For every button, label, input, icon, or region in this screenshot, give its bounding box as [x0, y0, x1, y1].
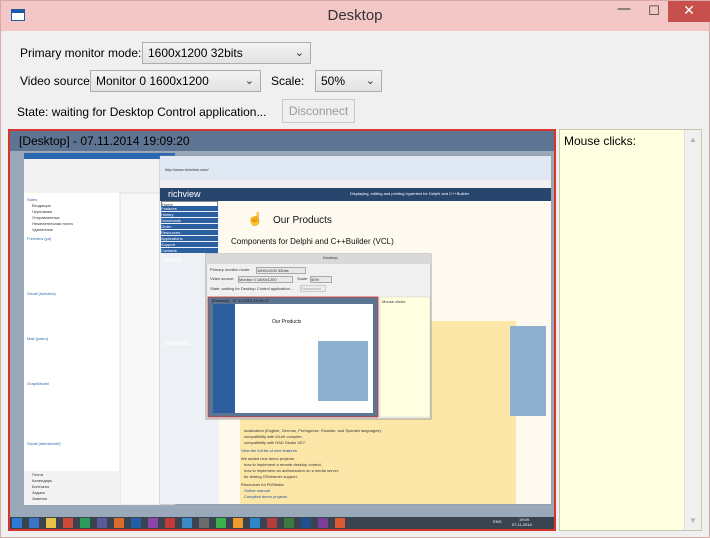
- maximize-button[interactable]: ☐: [640, 1, 668, 22]
- remote-mail-group: Freeview (ya): [27, 236, 52, 241]
- remote-mail-folder: Удаленные: [32, 227, 53, 232]
- preview-title: [Desktop] - 07.11.2014 19:09:20: [19, 134, 190, 148]
- remote-nested-preview-title: [Desktop] - 07.11.2014 19:09:12: [212, 298, 269, 303]
- remote-nested-product-heading: Our Products: [272, 319, 302, 325]
- settings-panel: Primary monitor mode: 1600x1200 32bits ⌄…: [1, 31, 709, 129]
- remote-compat-item: compatibility with RAD Studio XE7.: [244, 440, 307, 445]
- remote-nav-item: Support: [161, 242, 218, 247]
- desktop-preview[interactable]: [Desktop] - 07.11.2014 19:09:20 http://w…: [8, 129, 556, 531]
- remote-download: Download: [163, 341, 190, 347]
- remote-nav-item: Downloads: [161, 218, 218, 223]
- state-text: State: waiting for Desktop Control appli…: [17, 105, 267, 119]
- chevron-down-icon: ⌄: [244, 75, 254, 87]
- monitor-mode-value: 1600x1200 32bits: [148, 46, 243, 60]
- remote-mail-group: Sales: [27, 197, 38, 202]
- remote-mail-folder: Черновики: [32, 209, 52, 214]
- video-source-label: Video source:: [20, 74, 94, 88]
- remote-nav-item: History: [161, 212, 218, 217]
- minimize-button[interactable]: —: [609, 1, 639, 22]
- remote-url: http://www.richview.com/: [165, 167, 209, 172]
- disconnect-button[interactable]: Disconnect: [282, 99, 355, 123]
- video-source-value: Monitor 0 1600x1200: [96, 74, 209, 88]
- remote-compat-item: compatibility with 64-bit compiler;: [244, 434, 303, 439]
- remote-mail-folder: Входящие: [32, 203, 51, 208]
- monitor-mode-label: Primary monitor mode:: [20, 46, 142, 60]
- remote-mail-folder: Отправленные: [32, 215, 60, 220]
- remote-demo-item: for testing GStreamer support.: [244, 474, 298, 479]
- remote-mail-folder: Нежелательная почта: [32, 221, 73, 226]
- remote-mail-nav: Календарь: [32, 478, 53, 483]
- window-title: Desktop: [327, 7, 383, 24]
- mouse-clicks-title: Mouse clicks:: [564, 134, 637, 148]
- remote-section-title: We added new demo projects:: [241, 456, 295, 461]
- remote-site-name: richview: [168, 189, 201, 199]
- remote-nav-item: Contacts: [161, 248, 218, 253]
- video-source-select[interactable]: Monitor 0 1600x1200 ⌄: [90, 70, 261, 92]
- chevron-down-icon: ⌄: [365, 75, 375, 87]
- remote-demo-item: how to implement an authorization on a m…: [244, 468, 340, 473]
- remote-nested-monitor-label: Primary monitor mode:: [210, 267, 251, 272]
- remote-product-heading: Our Products: [273, 215, 332, 226]
- close-button[interactable]: ✕: [668, 1, 710, 22]
- remote-mail-nav: Контакты: [32, 484, 50, 489]
- remote-localized-item: localization (English, German, Portugues…: [244, 428, 382, 433]
- remote-mail-group: GraphModel: [27, 381, 50, 386]
- remote-resources-item: Compiled demo projects: [244, 494, 288, 499]
- mouse-clicks-panel[interactable]: Mouse clicks: ▲ ▼: [559, 129, 702, 531]
- remote-demo-item: how to implement a remote desktop contro…: [244, 462, 322, 467]
- scale-label: Scale:: [271, 74, 305, 88]
- remote-resources-title: Resources for RVMedia:: [241, 482, 285, 487]
- remote-mail-nav: Заметки: [32, 496, 48, 501]
- remote-mail-group: Mail (yobro): [27, 336, 49, 341]
- scale-select[interactable]: 50% ⌄: [315, 70, 382, 92]
- chevron-down-icon: ⌄: [294, 47, 304, 59]
- scroll-down-icon[interactable]: ▼: [685, 516, 701, 525]
- desktop-window: Desktop — ☐ ✕ Primary monitor mode: 1600…: [0, 0, 710, 538]
- remote-mail-nav: Задачи: [32, 490, 46, 495]
- remote-mail-group: Gmail (steeskedef): [27, 441, 61, 446]
- remote-mail-group: Gmail (richview): [27, 291, 56, 296]
- remote-product-subheading: Components for Delphi and C++Builder (VC…: [231, 237, 394, 246]
- remote-nested-disconnect: Disconnect: [300, 285, 326, 292]
- remote-nested-mouse-label: Mouse clicks:: [382, 299, 407, 304]
- remote-nav-item: Features: [161, 206, 218, 211]
- remote-nested-scale-label: Scale:: [297, 276, 309, 281]
- remote-taskbar-lang: ENG: [493, 519, 502, 524]
- remote-resources-item: Online manual: [244, 488, 270, 493]
- scale-value: 50%: [321, 74, 346, 88]
- remote-nested-source-label: Video source:: [210, 276, 235, 281]
- preview-header: [Desktop] - 07.11.2014 19:09:20: [10, 131, 554, 151]
- scroll-up-icon[interactable]: ▲: [685, 135, 701, 144]
- remote-tagline: Displaying, editing and printing hyperte…: [350, 191, 470, 196]
- remote-mail-nav: Почта: [32, 472, 44, 477]
- remote-taskbar-date: 07.11.2014: [512, 522, 532, 527]
- remote-how-to: How to: [163, 258, 182, 264]
- remote-nested-state: State: waiting for Desktop Control appli…: [210, 286, 294, 291]
- remote-nested-source-value: Monitor 0 1600x1200: [238, 276, 293, 283]
- remote-nested-monitor-value: 1600x1200 32bits: [256, 267, 306, 274]
- remote-nav-item: Order: [161, 224, 218, 229]
- vertical-scrollbar[interactable]: ▲ ▼: [684, 130, 701, 530]
- remote-desktop-screen[interactable]: http://www.richview.com/ richview Displa…: [10, 151, 554, 529]
- remote-nav-item: Resources: [161, 230, 218, 235]
- monitor-mode-select[interactable]: 1600x1200 32bits ⌄: [142, 42, 311, 64]
- remote-view-list-link: View the full list of new features: [241, 448, 297, 453]
- remote-nested-title: Desktop: [323, 255, 338, 260]
- remote-nested-scale-value: 50%: [310, 276, 332, 283]
- remote-nav-item: Applications: [161, 236, 218, 241]
- title-bar[interactable]: Desktop — ☐ ✕: [1, 1, 710, 31]
